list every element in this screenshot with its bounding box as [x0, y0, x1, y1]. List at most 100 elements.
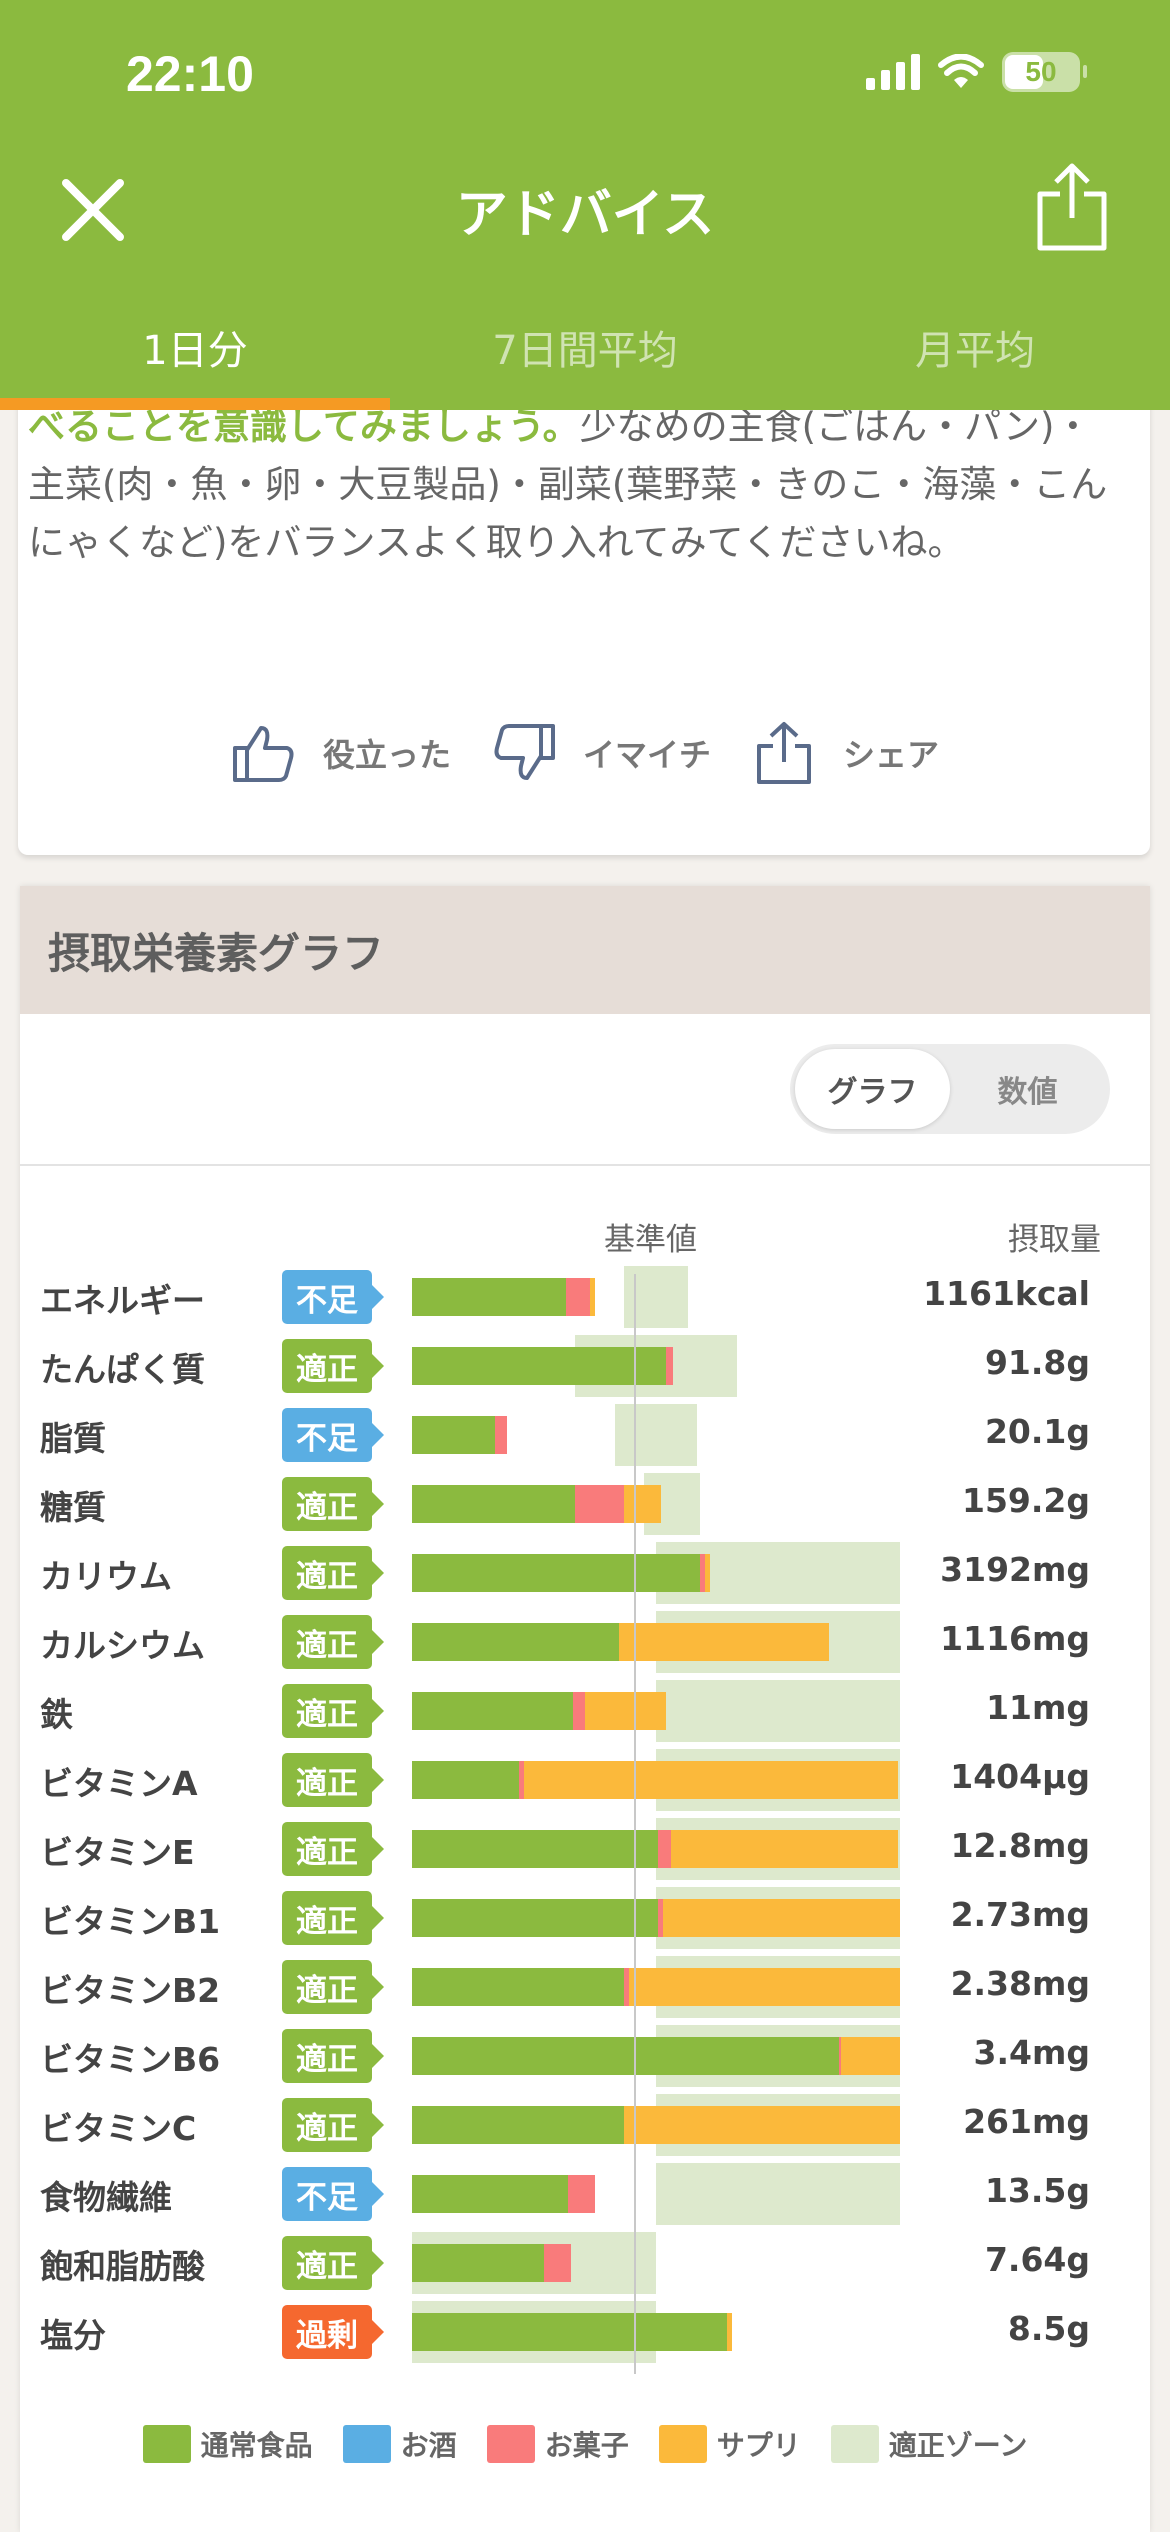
intake-value: 159.2g	[961, 1481, 1090, 1520]
optimal-zone	[656, 2163, 900, 2225]
nutrient-name: 飽和脂肪酸	[40, 2247, 205, 2286]
status-badge: 不足	[282, 2167, 384, 2221]
tab-7day-average[interactable]: 7日間平均	[390, 300, 780, 390]
status-time: 22:10	[126, 46, 254, 102]
tab-month-average[interactable]: 月平均	[780, 300, 1170, 390]
legend-swatch	[658, 2425, 707, 2463]
meh-label: イマイチ	[582, 736, 711, 774]
normal-food-segment	[412, 2313, 727, 2351]
intake-bar	[412, 2313, 732, 2351]
nutrient-name: カリウム	[40, 1557, 172, 1596]
normal-food-segment	[412, 2106, 625, 2144]
legend-label: お酒	[400, 2429, 457, 2462]
nutrient-row: ビタミンB6 適正 3.4mg	[0, 2025, 1130, 2087]
supplement-segment	[726, 2313, 732, 2351]
share-advice-button[interactable]: シェア	[751, 720, 939, 786]
snack-segment	[565, 1278, 591, 1316]
graph-title: 摂取栄養素グラフ	[20, 886, 1150, 1014]
baseline-label: 基準値	[604, 1222, 697, 1258]
status-badge: 不足	[282, 1270, 384, 1324]
toggle-number[interactable]: 数値	[950, 1049, 1105, 1129]
intake-bar	[412, 1278, 595, 1316]
intake-label: 摂取量	[1008, 1222, 1101, 1258]
supplement-segment	[841, 2037, 900, 2075]
normal-food-segment	[412, 1554, 700, 1592]
normal-food-segment	[412, 1485, 576, 1523]
intake-value: 1161kcal	[923, 1274, 1090, 1313]
battery-icon: 50	[1002, 52, 1087, 92]
advice-text: べることを意識してみましょう。少なめの主食(ごはん・パン)・主菜(肉・魚・卵・大…	[28, 398, 1118, 572]
feedback-bar: 役立った イマイチ シェア	[0, 720, 1170, 786]
intake-value: 13.5g	[984, 2171, 1090, 2210]
normal-food-segment	[412, 1278, 566, 1316]
tab-indicator	[0, 398, 390, 410]
intake-bar	[412, 1623, 830, 1661]
baseline-line	[634, 1274, 636, 2374]
legend-item: 適正ゾーン	[830, 2424, 1027, 2464]
nutrient-name: エネルギー	[40, 1281, 205, 1320]
intake-bar	[412, 1485, 661, 1523]
nutrient-name: 食物繊維	[40, 2178, 172, 2217]
intake-value: 91.8g	[984, 1343, 1090, 1382]
status-badge: 適正	[282, 1960, 384, 2014]
supplement-segment	[585, 1692, 666, 1730]
legend-label: サプリ	[716, 2429, 801, 2462]
nutrient-row: カリウム 適正 3192mg	[0, 1542, 1130, 1604]
page-title: アドバイス	[455, 185, 715, 245]
thumbs-down-icon	[494, 724, 555, 780]
toggle-graph[interactable]: グラフ	[795, 1049, 950, 1129]
nutrient-name: 糖質	[40, 1488, 106, 1527]
legend-label: お菓子	[544, 2429, 629, 2462]
nutrient-row: エネルギー 不足 1161kcal	[0, 1266, 1130, 1328]
share-icon[interactable]	[1034, 160, 1110, 252]
intake-value: 7.64g	[984, 2240, 1090, 2279]
intake-bar	[412, 2175, 595, 2213]
normal-food-segment	[412, 1347, 666, 1385]
thumbs-up-icon	[232, 726, 294, 782]
status-badge: 適正	[282, 1891, 384, 1945]
nutrient-row: 塩分 過剰 8.5g	[0, 2301, 1130, 2363]
intake-bar	[412, 1830, 898, 1868]
status-badge: 適正	[282, 1753, 384, 1807]
supplement-segment	[619, 1623, 830, 1661]
intake-bar	[412, 1761, 898, 1799]
normal-food-segment	[412, 1830, 659, 1868]
status-badge: 適正	[282, 1615, 384, 1669]
snack-segment	[568, 2175, 595, 2213]
supplement-segment	[629, 1968, 900, 2006]
normal-food-segment	[412, 1899, 659, 1937]
intake-bar	[412, 1416, 508, 1454]
normal-food-segment	[412, 1968, 625, 2006]
nutrient-name: ビタミンE	[40, 1833, 195, 1872]
status-icons: 50	[866, 52, 1087, 92]
status-badge: 適正	[282, 1339, 384, 1393]
normal-food-segment	[412, 1416, 495, 1454]
status-badge: 適正	[282, 2098, 384, 2152]
intake-value: 1116mg	[940, 1619, 1090, 1658]
nutrient-row: 鉄 適正 11mg	[0, 1680, 1130, 1742]
snack-segment	[543, 2244, 571, 2282]
nutrient-name: 鉄	[40, 1695, 73, 1734]
meh-button[interactable]: イマイチ	[491, 720, 711, 786]
snack-segment	[573, 1692, 586, 1730]
intake-value: 1404μg	[950, 1757, 1090, 1796]
nutrient-name: ビタミンB2	[40, 1971, 221, 2010]
useful-label: 役立った	[322, 736, 451, 774]
intake-bar	[412, 2244, 571, 2282]
intake-value: 2.38mg	[950, 1964, 1090, 2003]
useful-button[interactable]: 役立った	[231, 720, 451, 786]
nutrient-row: 飽和脂肪酸 適正 7.64g	[0, 2232, 1130, 2294]
snack-segment	[658, 1830, 671, 1868]
intake-bar	[412, 2106, 900, 2144]
intake-value: 8.5g	[1007, 2309, 1090, 2348]
supplement-segment	[624, 2106, 900, 2144]
share-icon	[757, 722, 811, 784]
battery-level: 50	[1025, 56, 1057, 87]
legend-item: お酒	[342, 2424, 457, 2464]
period-tabs: 1日分 7日間平均 月平均	[0, 300, 1170, 390]
tab-1day[interactable]: 1日分	[0, 300, 390, 390]
normal-food-segment	[412, 1623, 620, 1661]
normal-food-segment	[412, 2037, 839, 2075]
signal-icon	[866, 54, 920, 90]
status-badge: 過剰	[282, 2305, 384, 2359]
